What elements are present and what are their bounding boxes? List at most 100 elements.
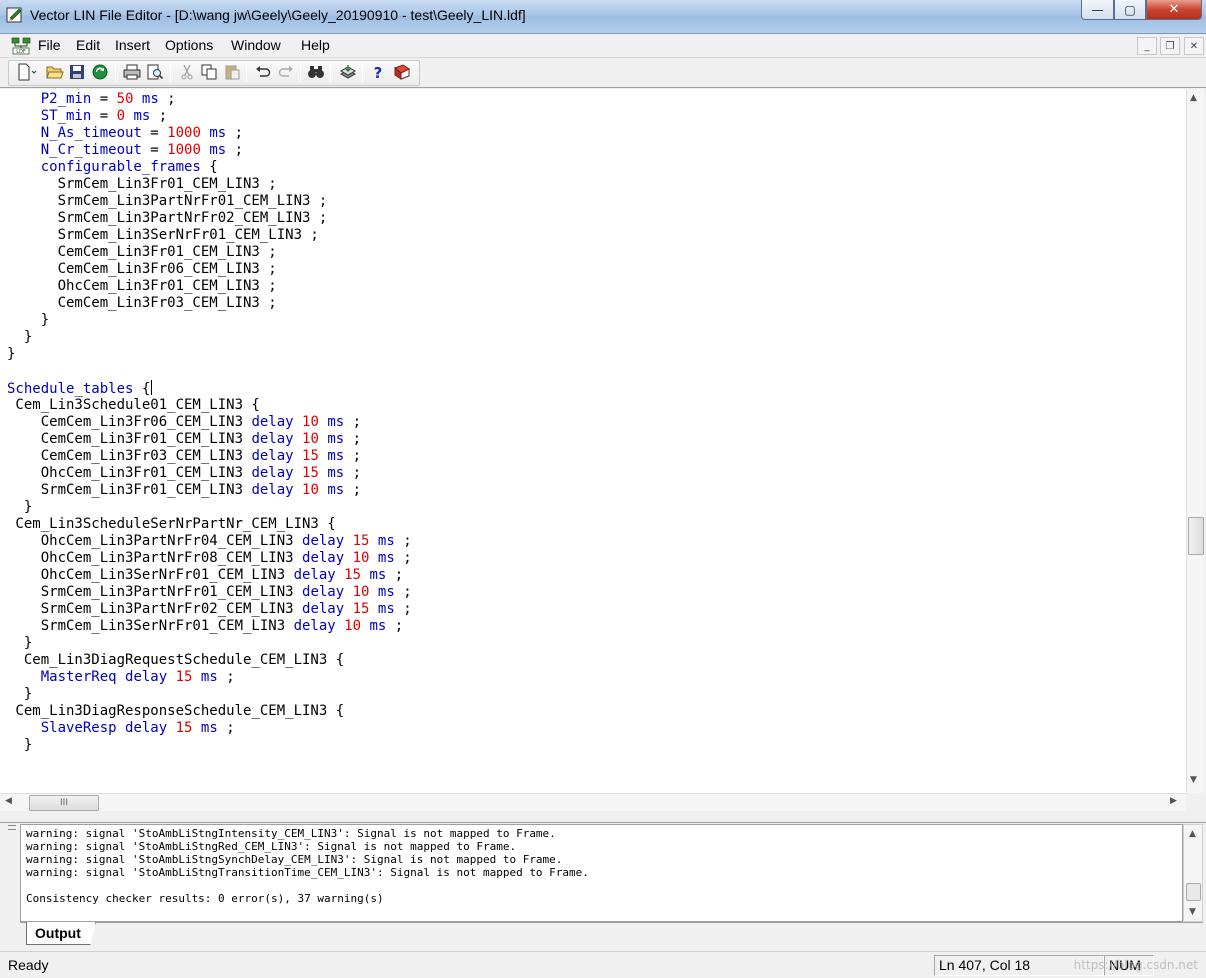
code-line[interactable]: P2_min = 50 ms ;: [7, 91, 412, 108]
code-line[interactable]: SrmCem_Lin3Fr01_CEM_LIN3 ;: [7, 176, 412, 193]
refresh-icon: [92, 64, 108, 80]
code-line[interactable]: configurable_frames {: [7, 159, 412, 176]
minimize-button[interactable]: —: [1081, 0, 1114, 20]
tab-output[interactable]: Output: [26, 922, 96, 945]
menu-options[interactable]: Options: [165, 37, 213, 53]
code-line[interactable]: }: [7, 499, 412, 516]
menu-window[interactable]: Window: [231, 37, 281, 53]
output-scroll-thumb[interactable]: [1186, 883, 1201, 901]
print-icon: [123, 64, 141, 80]
compile-button[interactable]: [337, 62, 359, 82]
close-button[interactable]: ✕: [1146, 0, 1202, 20]
scroll-down-arrow-icon[interactable]: ▼: [1190, 775, 1197, 785]
menu-help[interactable]: Help: [301, 37, 330, 53]
editor-vertical-scrollbar[interactable]: ▲ ▼: [1186, 89, 1204, 793]
open-button[interactable]: [44, 62, 66, 82]
code-line[interactable]: N_As_timeout = 1000 ms ;: [7, 125, 412, 142]
code-line[interactable]: N_Cr_timeout = 1000 ms ;: [7, 142, 412, 159]
code-line[interactable]: OhcCem_Lin3Fr01_CEM_LIN3 delay 15 ms ;: [7, 465, 412, 482]
code-line[interactable]: }: [7, 312, 412, 329]
code-number: 10: [302, 482, 319, 498]
code-line[interactable]: }: [7, 686, 412, 703]
code-line[interactable]: Cem_Lin3ScheduleSerNrPartNr_CEM_LIN3 {: [7, 516, 412, 533]
code-line[interactable]: CemCem_Lin3Fr03_CEM_LIN3 ;: [7, 295, 412, 312]
code-line[interactable]: }: [7, 737, 412, 754]
code-editor[interactable]: P2_min = 50 ms ; ST_min = 0 ms ; N_As_ti…: [0, 89, 1186, 793]
print-button[interactable]: [121, 62, 143, 82]
code-text: =: [91, 108, 117, 124]
code-line[interactable]: CemCem_Lin3Fr03_CEM_LIN3 delay 15 ms ;: [7, 448, 412, 465]
code-line[interactable]: Cem_Lin3DiagResponseSchedule_CEM_LIN3 {: [7, 703, 412, 720]
mdi-restore-button[interactable]: ❐: [1160, 37, 1180, 55]
ldf-source-text[interactable]: P2_min = 50 ms ; ST_min = 0 ms ; N_As_ti…: [7, 91, 412, 754]
scroll-left-arrow-icon[interactable]: ◀: [5, 796, 12, 806]
code-text: }: [7, 499, 33, 515]
code-line[interactable]: CemCem_Lin3Fr01_CEM_LIN3 delay 10 ms ;: [7, 431, 412, 448]
window-title: Vector LIN File Editor - [D:\wang jw\Gee…: [30, 7, 526, 23]
undo-button[interactable]: [252, 62, 274, 82]
horizontal-scroll-thumb[interactable]: III: [29, 795, 99, 811]
paste-button[interactable]: [221, 62, 243, 82]
code-line[interactable]: ST_min = 0 ms ;: [7, 108, 412, 125]
output-gripper[interactable]: [6, 823, 18, 943]
code-line[interactable]: }: [7, 346, 412, 363]
maximize-button[interactable]: ▢: [1114, 0, 1146, 20]
code-line[interactable]: SrmCem_Lin3SerNrFr01_CEM_LIN3 ;: [7, 227, 412, 244]
code-line[interactable]: SrmCem_Lin3PartNrFr01_CEM_LIN3 delay 10 …: [7, 584, 412, 601]
code-line[interactable]: }: [7, 635, 412, 652]
code-keyword: ms: [141, 91, 159, 107]
code-text: ;: [344, 414, 362, 430]
code-line[interactable]: Schedule_tables {: [7, 380, 412, 397]
new-document-button[interactable]: [16, 62, 38, 82]
print-preview-button[interactable]: [144, 62, 166, 82]
menu-insert[interactable]: Insert: [115, 37, 150, 53]
code-line[interactable]: }: [7, 329, 412, 346]
code-line[interactable]: CemCem_Lin3Fr01_CEM_LIN3 ;: [7, 244, 412, 261]
code-number: 15: [344, 567, 362, 583]
pane-splitter[interactable]: [0, 811, 1206, 823]
code-line[interactable]: SrmCem_Lin3Fr01_CEM_LIN3 delay 10 ms ;: [7, 482, 412, 499]
code-line[interactable]: CemCem_Lin3Fr06_CEM_LIN3 ;: [7, 261, 412, 278]
scroll-down-arrow-icon[interactable]: ▼: [1189, 907, 1196, 917]
code-line[interactable]: OhcCem_Lin3PartNrFr04_CEM_LIN3 delay 15 …: [7, 533, 412, 550]
menu-file[interactable]: File: [38, 37, 61, 53]
title-bar[interactable]: Vector LIN File Editor - [D:\wang jw\Gee…: [0, 0, 1206, 34]
help-button[interactable]: ?: [367, 62, 389, 82]
code-line[interactable]: Cem_Lin3Schedule01_CEM_LIN3 {: [7, 397, 412, 414]
scroll-up-arrow-icon[interactable]: ▲: [1190, 93, 1197, 103]
code-line[interactable]: SrmCem_Lin3PartNrFr01_CEM_LIN3 ;: [7, 193, 412, 210]
code-line[interactable]: SrmCem_Lin3PartNrFr02_CEM_LIN3 delay 15 …: [7, 601, 412, 618]
code-line[interactable]: CemCem_Lin3Fr06_CEM_LIN3 delay 10 ms ;: [7, 414, 412, 431]
code-line[interactable]: SrmCem_Lin3SerNrFr01_CEM_LIN3 delay 10 m…: [7, 618, 412, 635]
refresh-button[interactable]: [89, 62, 111, 82]
mdi-close-button[interactable]: ✕: [1184, 37, 1204, 55]
editor-horizontal-scrollbar[interactable]: ◀ III ▶: [0, 793, 1186, 811]
code-line[interactable]: OhcCem_Lin3SerNrFr01_CEM_LIN3 delay 15 m…: [7, 567, 412, 584]
code-text: SrmCem_Lin3Fr01_CEM_LIN3: [7, 482, 252, 498]
find-button[interactable]: [305, 62, 327, 82]
scroll-right-arrow-icon[interactable]: ▶: [1170, 796, 1177, 806]
copy-button[interactable]: [198, 62, 220, 82]
code-line[interactable]: [7, 363, 412, 380]
mdi-minimize-button[interactable]: _: [1137, 37, 1157, 55]
redo-button[interactable]: [275, 62, 297, 82]
code-line[interactable]: Cem_Lin3DiagRequestSchedule_CEM_LIN3 {: [7, 652, 412, 669]
code-line[interactable]: OhcCem_Lin3Fr01_CEM_LIN3 ;: [7, 278, 412, 295]
code-text: ;: [217, 669, 235, 685]
ldf-document-icon[interactable]: LDF: [11, 37, 31, 55]
code-line[interactable]: SlaveResp delay 15 ms ;: [7, 720, 412, 737]
code-line[interactable]: SrmCem_Lin3PartNrFr02_CEM_LIN3 ;: [7, 210, 412, 227]
manual-button[interactable]: [391, 62, 413, 82]
cut-button[interactable]: [176, 62, 198, 82]
code-line[interactable]: MasterReq delay 15 ms ;: [7, 669, 412, 686]
code-keyword: delay: [251, 448, 294, 464]
code-line[interactable]: OhcCem_Lin3PartNrFr08_CEM_LIN3 delay 10 …: [7, 550, 412, 567]
output-panel[interactable]: warning: signal 'StoAmbLiStngIntensity_C…: [20, 824, 1183, 922]
scroll-up-arrow-icon[interactable]: ▲: [1189, 829, 1196, 839]
vertical-scroll-thumb[interactable]: [1188, 517, 1204, 555]
menu-edit[interactable]: Edit: [76, 37, 100, 53]
code-text: SrmCem_Lin3PartNrFr01_CEM_LIN3 ;: [7, 193, 328, 209]
output-scrollbar[interactable]: ▲ ▼: [1183, 824, 1203, 922]
save-button[interactable]: [66, 62, 88, 82]
